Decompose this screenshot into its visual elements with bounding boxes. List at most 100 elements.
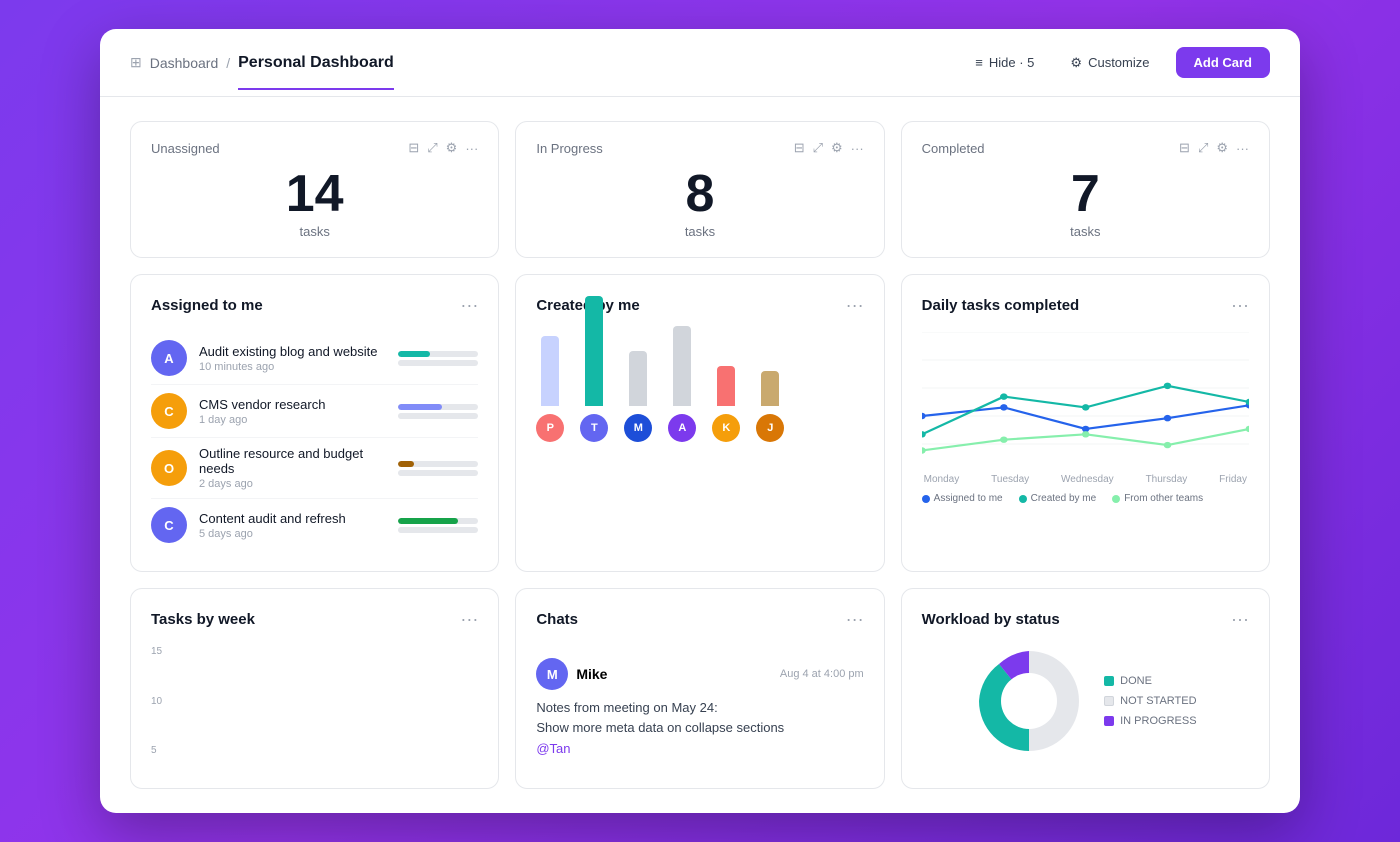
bar-chart: P T M A K J (536, 332, 863, 452)
more-icon[interactable]: ··· (1236, 141, 1249, 156)
task-info: Outline resource and budget needs 2 days… (199, 446, 386, 490)
unassigned-label: Unassigned (151, 141, 220, 156)
assigned-menu[interactable]: ··· (460, 295, 478, 316)
x-label-thu: Thursday (1146, 474, 1188, 485)
daily-title: Daily tasks completed (922, 297, 1080, 314)
chats-menu[interactable]: ··· (846, 609, 864, 630)
workload-card: Workload by status ··· (901, 588, 1270, 789)
pie-chart (974, 646, 1084, 756)
bar (761, 371, 779, 406)
workload-menu[interactable]: ··· (1231, 609, 1249, 630)
assigned-title: Assigned to me (151, 297, 263, 314)
x-label-wed: Wednesday (1061, 474, 1114, 485)
bar-avatar: K (712, 414, 740, 442)
unassigned-unit: tasks (151, 224, 478, 239)
chat-mention[interactable]: @Tan (536, 741, 863, 756)
task-name: Outline resource and budget needs (199, 446, 386, 476)
created-menu[interactable]: ··· (846, 295, 864, 316)
task-progress (398, 518, 478, 533)
bar (717, 366, 735, 406)
bar (541, 336, 559, 406)
task-item: O Outline resource and budget needs 2 da… (151, 438, 478, 499)
task-item: C CMS vendor research 1 day ago (151, 385, 478, 438)
filter-icon[interactable]: ⊟ (408, 140, 419, 156)
bar (629, 351, 647, 406)
x-label-fri: Friday (1219, 474, 1247, 485)
chat-line2: Show more meta data on collapse sections (536, 718, 863, 738)
customize-button[interactable]: ⚙ Customize (1060, 49, 1159, 77)
x-label-tue: Tuesday (991, 474, 1029, 485)
inprogress-actions[interactable]: ⊟ ⤢ ⚙ ··· (794, 140, 864, 156)
task-progress (398, 351, 478, 366)
main-container: ⊞ Dashboard / Personal Dashboard ≡ Hide … (100, 29, 1300, 813)
inprogress-label: In Progress (536, 141, 602, 156)
stat-card-completed: Completed ⊟ ⤢ ⚙ ··· 7 tasks (901, 121, 1270, 258)
daily-tasks-card: Daily tasks completed ··· (901, 274, 1270, 572)
task-time: 2 days ago (199, 478, 386, 490)
settings-icon[interactable]: ⚙ (1216, 140, 1228, 156)
chats-card: Chats ··· M Mike Aug 4 at 4:00 pm Notes … (515, 588, 884, 789)
assigned-to-me-card: Assigned to me ··· A Audit existing blog… (130, 274, 499, 572)
task-avatar: O (151, 450, 187, 486)
stat-card-unassigned: Unassigned ⊟ ⤢ ⚙ ··· 14 tasks (130, 121, 499, 258)
completed-number: 7 (922, 168, 1249, 220)
chat-sender-name: Mike (576, 666, 607, 682)
expand-icon[interactable]: ⤢ (427, 140, 437, 156)
bar-group: K (712, 366, 740, 442)
unassigned-actions[interactable]: ⊟ ⤢ ⚙ ··· (408, 140, 478, 156)
x-label-mon: Monday (924, 474, 960, 485)
filter-icon[interactable]: ⊟ (1179, 140, 1190, 156)
stat-card-inprogress: In Progress ⊟ ⤢ ⚙ ··· 8 tasks (515, 121, 884, 258)
stat-row: Unassigned ⊟ ⤢ ⚙ ··· 14 tasks In Progres… (130, 121, 1270, 258)
bar-avatar: M (624, 414, 652, 442)
chat-time: Aug 4 at 4:00 pm (780, 668, 864, 680)
chat-item: M Mike Aug 4 at 4:00 pm Notes from meeti… (536, 646, 863, 768)
chat-line1: Notes from meeting on May 24: (536, 698, 863, 718)
add-card-button[interactable]: Add Card (1176, 47, 1271, 78)
task-time: 5 days ago (199, 528, 386, 540)
more-icon[interactable]: ··· (465, 141, 478, 156)
task-progress (398, 461, 478, 476)
breadcrumb-separator: / (226, 55, 230, 71)
bar-group: M (624, 351, 652, 442)
legend-other: From other teams (1124, 493, 1203, 504)
hide-button[interactable]: ≡ Hide · 5 (965, 49, 1044, 76)
task-avatar: C (151, 507, 187, 543)
middle-row: Assigned to me ··· A Audit existing blog… (130, 274, 1270, 572)
task-avatar: A (151, 340, 187, 376)
workload-content: DONE NOT STARTED IN PROGRESS (922, 646, 1249, 756)
expand-icon[interactable]: ⤢ (1198, 140, 1208, 156)
expand-icon[interactable]: ⤢ (813, 140, 823, 156)
unassigned-number: 14 (151, 168, 478, 220)
hide-icon: ≡ (975, 55, 983, 70)
header-actions: ≡ Hide · 5 ⚙ Customize Add Card (965, 47, 1270, 96)
task-info: CMS vendor research 1 day ago (199, 397, 386, 426)
workload-title: Workload by status (922, 611, 1060, 628)
bar-group: J (756, 371, 784, 442)
more-icon[interactable]: ··· (851, 141, 864, 156)
bottom-row: Tasks by week ··· 15 10 5 (130, 588, 1270, 789)
grid-icon: ⊞ (130, 54, 142, 71)
week-menu[interactable]: ··· (460, 609, 478, 630)
task-list: A Audit existing blog and website 10 min… (151, 332, 478, 551)
chats-title: Chats (536, 611, 578, 628)
daily-menu[interactable]: ··· (1231, 295, 1249, 316)
bar-avatar: J (756, 414, 784, 442)
settings-icon[interactable]: ⚙ (831, 140, 843, 156)
completed-actions[interactable]: ⊟ ⤢ ⚙ ··· (1179, 140, 1249, 156)
task-name: Audit existing blog and website (199, 344, 386, 359)
week-chart: 15 10 5 (151, 646, 478, 756)
completed-unit: tasks (922, 224, 1249, 239)
task-avatar: C (151, 393, 187, 429)
filter-icon[interactable]: ⊟ (794, 140, 805, 156)
inprogress-number: 8 (536, 168, 863, 220)
workload-labels: DONE NOT STARTED IN PROGRESS (1104, 675, 1196, 727)
bar-group: P (536, 336, 564, 442)
header: ⊞ Dashboard / Personal Dashboard ≡ Hide … (100, 29, 1300, 97)
chart-legend: Assigned to me Created by me From other … (922, 493, 1249, 504)
week-title: Tasks by week (151, 611, 255, 628)
bar-group: A (668, 326, 696, 442)
settings-icon[interactable]: ⚙ (446, 140, 458, 156)
content: Unassigned ⊟ ⤢ ⚙ ··· 14 tasks In Progres… (100, 97, 1300, 813)
task-item: C Content audit and refresh 5 days ago (151, 499, 478, 551)
